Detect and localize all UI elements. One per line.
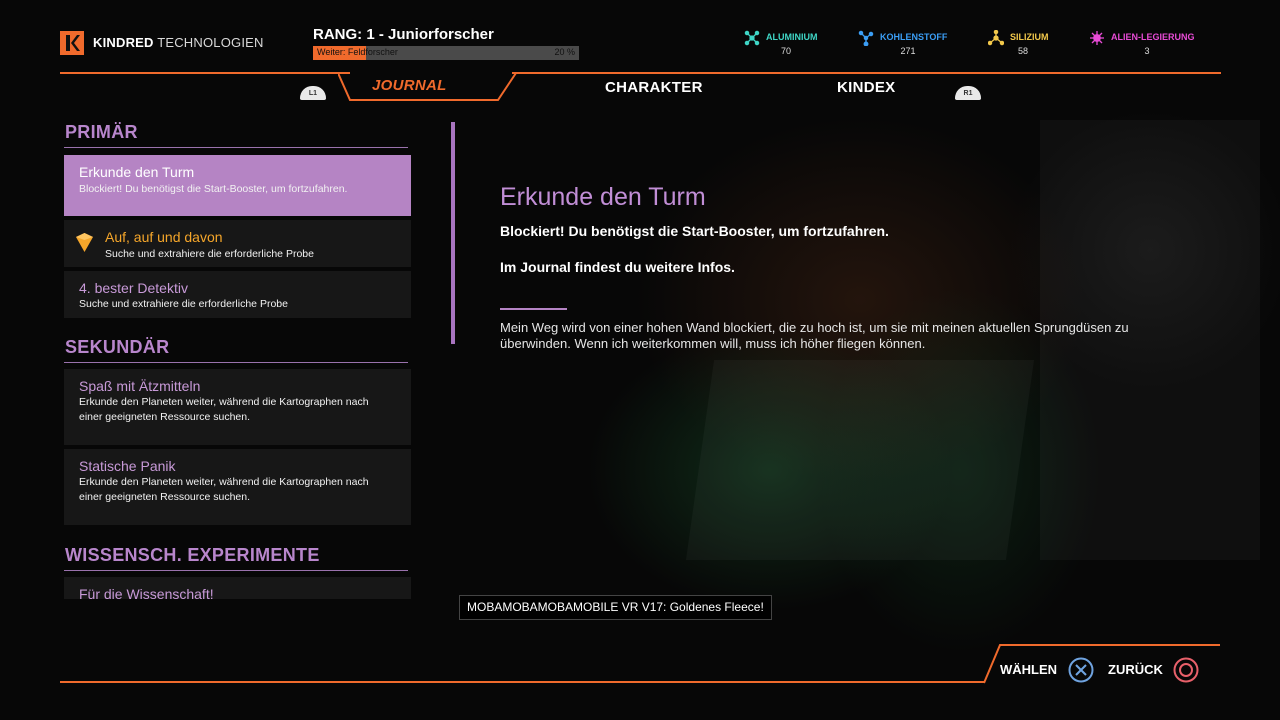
tracked-quest-diamond-icon xyxy=(76,233,93,252)
aluminium-molecule-icon xyxy=(744,30,760,46)
kohlenstoff-molecule-icon xyxy=(858,30,874,46)
resource-name: ALUMINIUM xyxy=(766,32,818,42)
quest-description: Erkunde den Planeten weiter, während die… xyxy=(79,476,369,503)
quest-item[interactable]: Auf, auf und davon Suche und extrahiere … xyxy=(64,220,411,267)
resource-value: 271 xyxy=(900,46,916,56)
section-primary-heading: PRIMÄR xyxy=(65,122,138,142)
circle-button-icon[interactable] xyxy=(1173,657,1199,683)
quest-title: Erkunde den Turm xyxy=(79,164,195,180)
resource-name: KOHLENSTOFF xyxy=(880,32,948,42)
detail-info: Im Journal findest du weitere Infos. xyxy=(500,259,735,275)
silizium-molecule-icon xyxy=(988,30,1004,46)
tab-journal[interactable]: JOURNAL xyxy=(372,77,447,94)
section-secondary-heading: SEKUNDÄR xyxy=(65,337,170,357)
cross-button-icon[interactable] xyxy=(1068,657,1094,683)
kindred-logo-icon xyxy=(60,31,84,55)
resource-value: 3 xyxy=(1144,46,1150,56)
quest-description: Suche und extrahiere die erforderliche P… xyxy=(105,248,314,260)
rank-next-label: Weiter: Feldforscher xyxy=(317,47,398,57)
quest-description: Blockiert! Du benötigst die Start-Booste… xyxy=(79,183,348,195)
quest-list-clip: Für die Wissenschaft! xyxy=(64,577,411,599)
quest-title: 4. bester Detektiv xyxy=(79,280,188,296)
tab-charakter[interactable]: CHARAKTER xyxy=(605,79,703,96)
detail-separator xyxy=(500,308,567,310)
rank-progress-text: 20 % xyxy=(554,47,575,57)
quest-description: Suche und extrahiere die erforderliche P… xyxy=(79,298,288,310)
detail-title: Erkunde den Turm xyxy=(500,183,706,211)
quest-item[interactable]: 4. bester Detektiv Suche und extrahiere … xyxy=(64,271,411,318)
quest-item[interactable]: Für die Wissenschaft! xyxy=(64,577,411,599)
section-science-heading: WISSENSCH. EXPERIMENTE xyxy=(65,545,320,565)
detail-subtitle: Blockiert! Du benötigst die Start-Booste… xyxy=(500,223,889,239)
resource-name: SILIZIUM xyxy=(1010,32,1049,42)
header-divider-left xyxy=(60,72,350,74)
quest-title: Statische Panik xyxy=(79,458,176,474)
back-label[interactable]: ZURÜCK xyxy=(1108,662,1163,677)
section-divider xyxy=(64,570,408,571)
brand-bold: KINDRED xyxy=(93,35,154,50)
quest-title: Für die Wissenschaft! xyxy=(79,586,214,599)
section-divider xyxy=(64,362,408,363)
quest-item[interactable]: Statische Panik Erkunde den Planeten wei… xyxy=(64,449,411,525)
quest-title: Auf, auf und davon xyxy=(105,229,223,245)
quest-item-selected[interactable]: Erkunde den Turm Blockiert! Du benötigst… xyxy=(64,155,411,216)
quest-title: Spaß mit Ätzmitteln xyxy=(79,378,201,394)
header-divider-right xyxy=(512,72,1221,74)
quest-item[interactable]: Spaß mit Ätzmitteln Erkunde den Planeten… xyxy=(64,369,411,445)
brand-light: TECHNOLOGIEN xyxy=(157,35,264,50)
brand-name: KINDRED TECHNOLOGIEN xyxy=(93,35,264,50)
tab-kindex[interactable]: KINDEX xyxy=(837,79,895,96)
detail-accent-bar xyxy=(451,122,455,344)
rank-progress-bar: Weiter: Feldforscher 20 % xyxy=(313,46,579,60)
resource-name: ALIEN-LEGIERUNG xyxy=(1111,32,1195,42)
rank-title: RANG: 1 - Juniorforscher xyxy=(313,26,494,43)
quest-description: Erkunde den Planeten weiter, während die… xyxy=(79,396,369,423)
detail-body: Mein Weg wird von einer hohen Wand block… xyxy=(500,320,1129,351)
footer-divider xyxy=(60,681,984,683)
select-label[interactable]: WÄHLEN xyxy=(1000,662,1057,677)
alien-legierung-molecule-icon xyxy=(1090,31,1104,45)
resource-value: 70 xyxy=(780,46,791,56)
resource-value: 58 xyxy=(1017,46,1028,56)
section-divider xyxy=(64,147,408,148)
achievement-toast: MOBAMOBAMOBAMOBILE VR V17: Goldenes Flee… xyxy=(459,595,772,620)
